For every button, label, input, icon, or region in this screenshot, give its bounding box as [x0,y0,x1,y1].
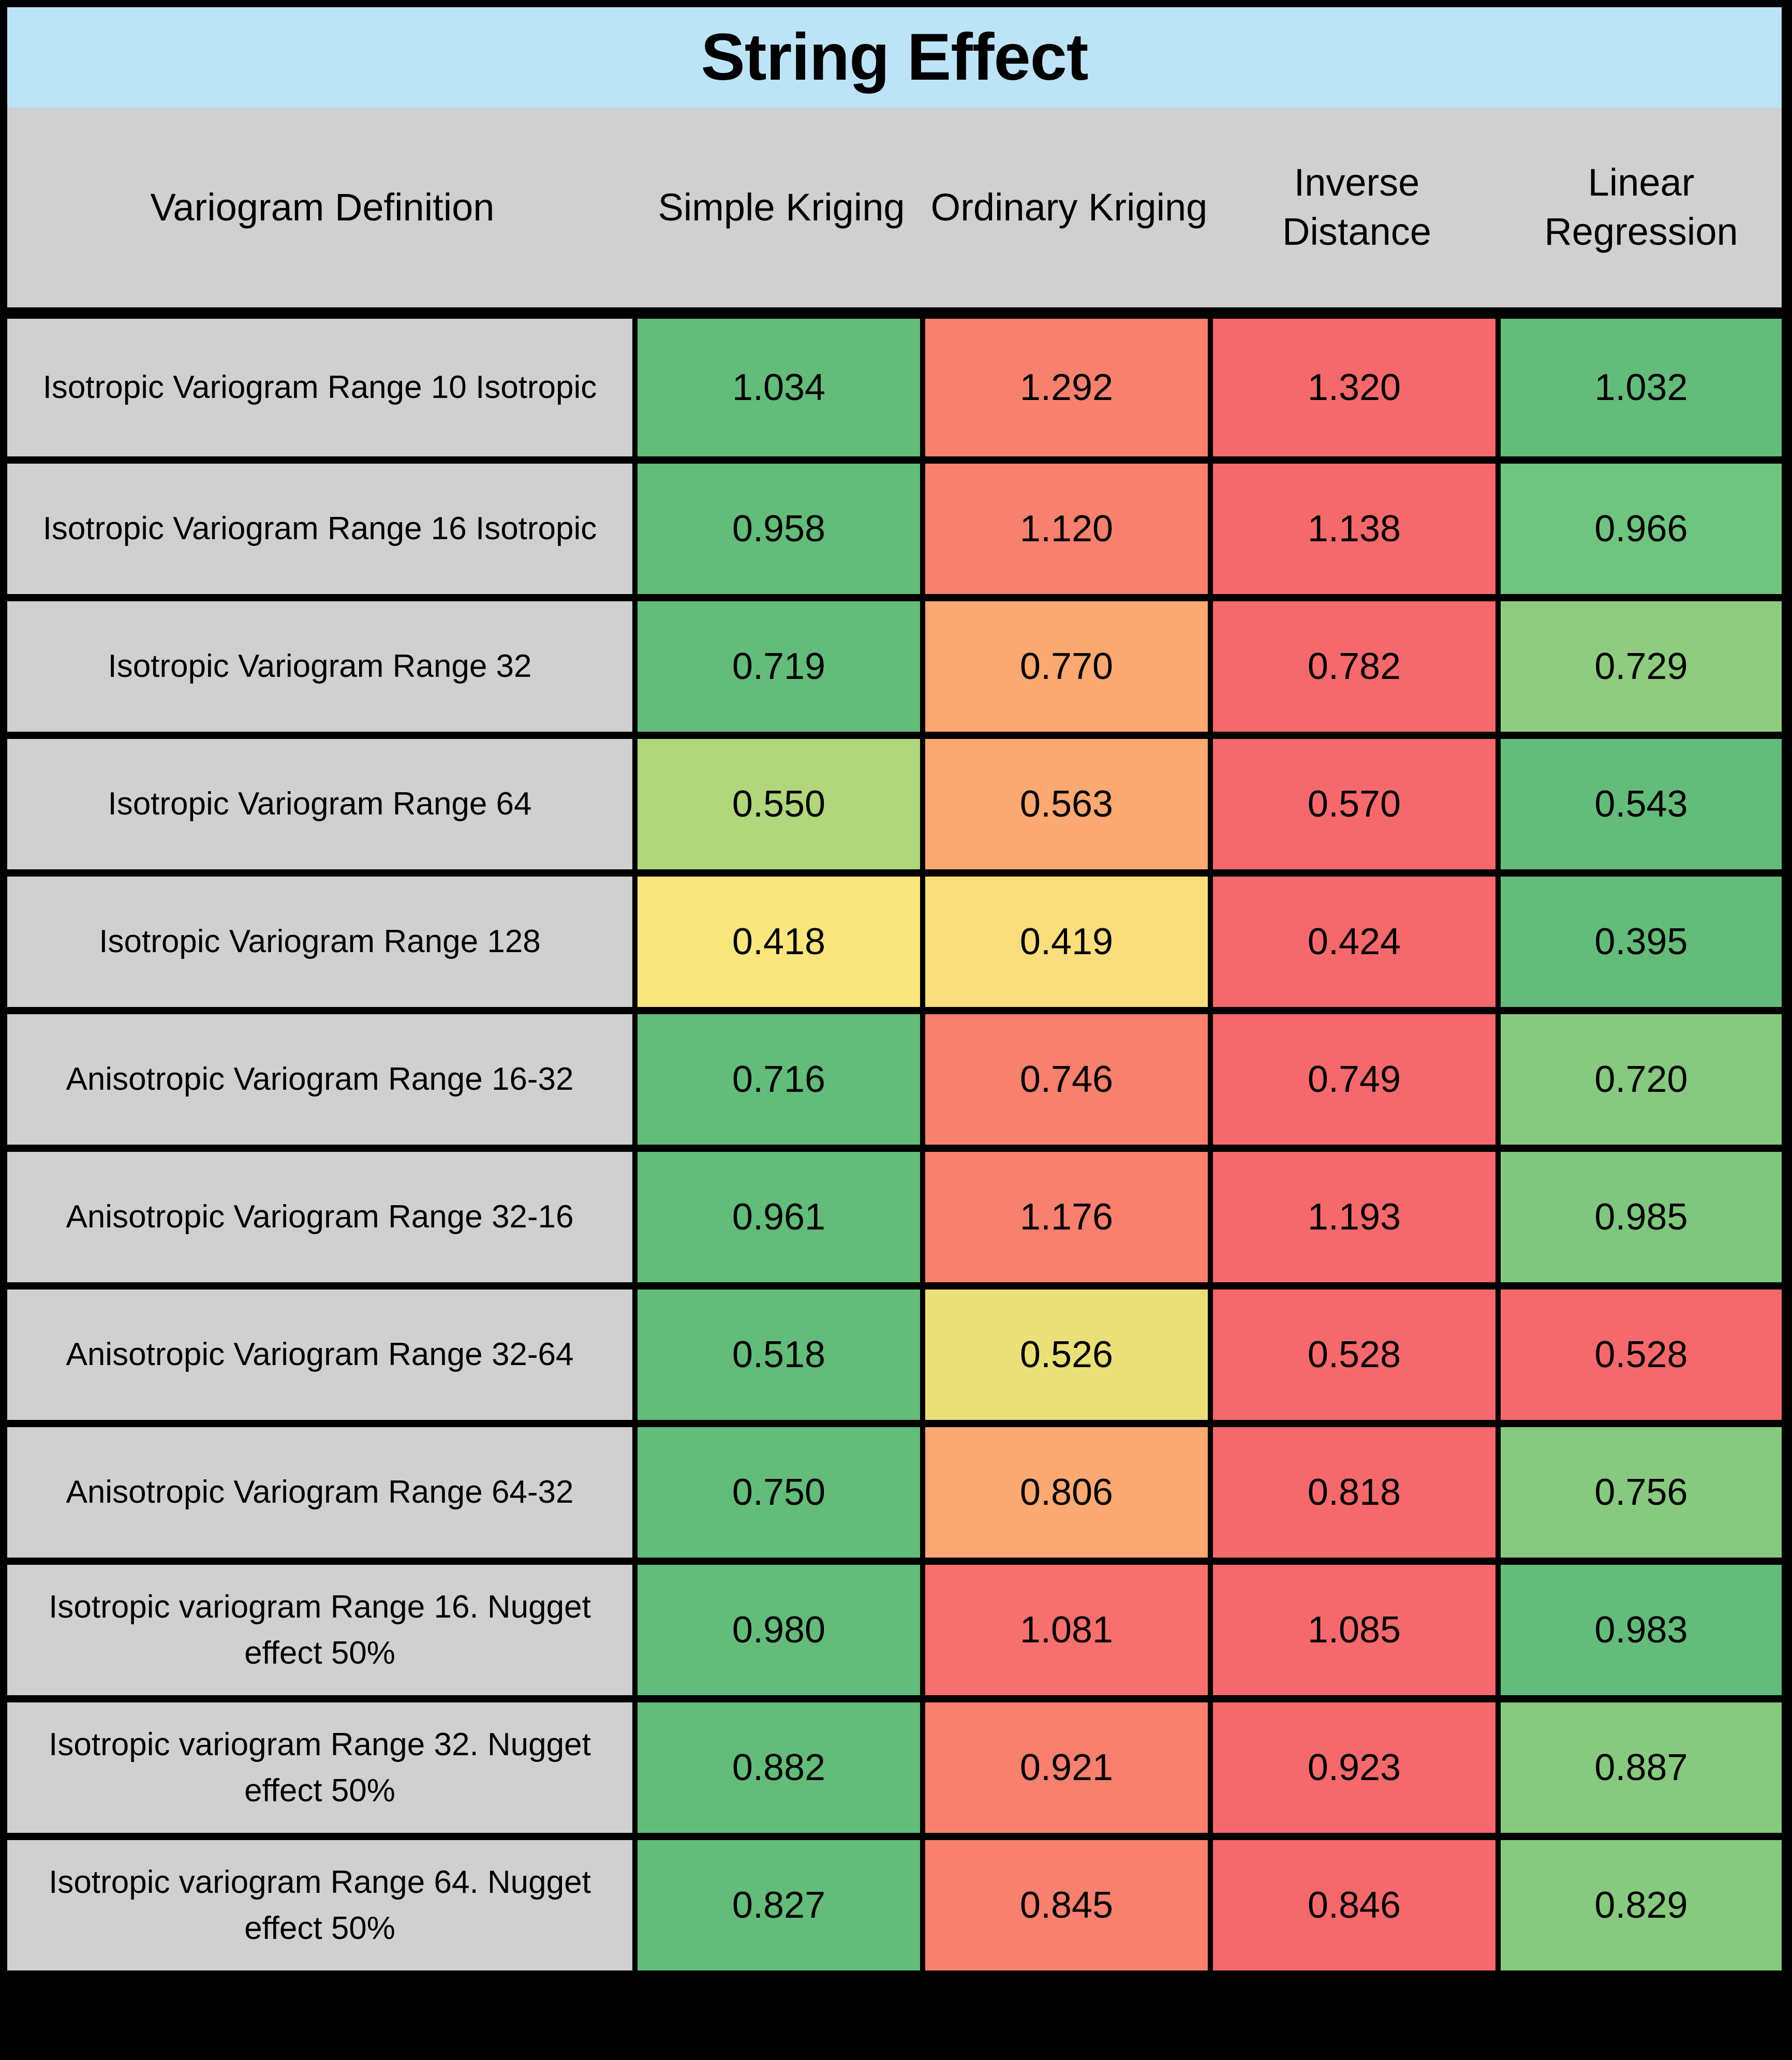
cell-value: 0.882 [638,1702,925,1833]
cell-value: 0.563 [925,739,1213,869]
table-header-row: Variogram Definition Simple Kriging Ordi… [7,108,1782,307]
cell-value: 1.032 [1501,319,1782,456]
table-body: Isotropic Variogram Range 10 Isotropic 1.… [7,319,1782,1970]
cell-value: 0.419 [925,877,1213,1007]
cell-value: 1.085 [1213,1565,1501,1695]
cell-value: 0.746 [925,1014,1213,1145]
cell-value: 1.034 [638,319,925,456]
cell-value: 0.720 [1501,1014,1782,1145]
cell-value: 0.961 [638,1152,925,1282]
cell-value: 1.138 [1213,464,1501,594]
row-label: Isotropic Variogram Range 10 Isotropic [7,319,638,456]
row-label: Isotropic variogram Range 64. Nugget eff… [7,1840,638,1970]
row-label: Isotropic Variogram Range 128 [7,877,638,1007]
cell-value: 0.528 [1501,1290,1782,1420]
cell-value: 0.543 [1501,739,1782,869]
cell-value: 1.176 [925,1152,1213,1282]
cell-value: 1.193 [1213,1152,1501,1282]
table-row: Anisotropic Variogram Range 32-16 0.961 1.… [7,1145,1782,1282]
cell-value: 0.770 [925,601,1213,732]
cell-value: 0.887 [1501,1702,1782,1833]
table-title-band: String Effect [7,7,1782,108]
row-label: Isotropic Variogram Range 64 [7,739,638,869]
cell-value: 0.966 [1501,464,1782,594]
cell-value: 0.782 [1213,601,1501,732]
cell-value: 0.983 [1501,1565,1782,1695]
column-header-variogram-definition: Variogram Definition [150,185,495,229]
table-row: Isotropic Variogram Range 128 0.418 0.419 0… [7,869,1782,1007]
cell-value: 0.958 [638,464,925,594]
cell-value: 0.550 [638,739,925,869]
cell-value: 0.829 [1501,1840,1782,1970]
cell-value: 0.985 [1501,1152,1782,1282]
cell-value: 0.923 [1213,1702,1501,1833]
cell-value: 0.729 [1501,601,1782,732]
cell-value: 0.827 [638,1840,925,1970]
row-label: Anisotropic Variogram Range 32-64 [7,1290,638,1420]
cell-value: 0.750 [638,1427,925,1558]
column-header-linear-regression: Linear Regression [1544,161,1738,253]
cell-value: 0.719 [638,601,925,732]
column-header-simple-kriging: Simple Kriging [658,185,905,229]
cell-value: 0.806 [925,1427,1213,1558]
cell-value: 0.518 [638,1290,925,1420]
row-label: Isotropic Variogram Range 16 Isotropic [7,464,638,594]
cell-value: 1.320 [1213,319,1501,456]
cell-value: 0.395 [1501,877,1782,1007]
table-row: Isotropic variogram Range 64. Nugget eff… [7,1833,1782,1970]
header-separator [7,307,1782,319]
table-row: Isotropic Variogram Range 16 Isotropic 0.… [7,456,1782,594]
table-row: Isotropic variogram Range 32. Nugget eff… [7,1695,1782,1833]
cell-value: 0.921 [925,1702,1213,1833]
cell-value: 1.081 [925,1565,1213,1695]
string-effect-table: String Effect Variogram Definition Simpl… [0,0,1792,2060]
cell-value: 0.980 [638,1565,925,1695]
cell-value: 1.292 [925,319,1213,456]
cell-value: 0.424 [1213,877,1501,1007]
cell-value: 0.845 [925,1840,1213,1970]
cell-value: 0.749 [1213,1014,1501,1145]
table-row: Isotropic Variogram Range 10 Isotropic 1.… [7,319,1782,456]
cell-value: 1.120 [925,464,1213,594]
table-row: Isotropic Variogram Range 32 0.719 0.770 0.… [7,594,1782,732]
row-label: Anisotropic Variogram Range 16-32 [7,1014,638,1145]
page-title: String Effect [701,20,1089,94]
cell-value: 0.846 [1213,1840,1501,1970]
table-row: Isotropic Variogram Range 64 0.550 0.563 0.… [7,732,1782,869]
cell-value: 0.756 [1501,1427,1782,1558]
table-row: Anisotropic Variogram Range 32-64 0.518 0.… [7,1282,1782,1420]
cell-value: 0.716 [638,1014,925,1145]
cell-value: 0.526 [925,1290,1213,1420]
cell-value: 0.528 [1213,1290,1501,1420]
table-row: Isotropic variogram Range 16. Nugget eff… [7,1558,1782,1695]
row-label: Isotropic Variogram Range 32 [7,601,638,732]
row-label: Isotropic variogram Range 32. Nugget eff… [7,1702,638,1833]
cell-value: 0.570 [1213,739,1501,869]
column-header-inverse-distance: Inverse Distance [1282,161,1431,253]
row-label: Anisotropic Variogram Range 32-16 [7,1152,638,1282]
row-label: Anisotropic Variogram Range 64-32 [7,1427,638,1558]
table-row: Anisotropic Variogram Range 64-32 0.750 0.… [7,1420,1782,1558]
column-header-ordinary-kriging: Ordinary Kriging [930,185,1208,229]
cell-value: 0.818 [1213,1427,1501,1558]
table-row: Anisotropic Variogram Range 16-32 0.716 0.… [7,1007,1782,1145]
cell-value: 0.418 [638,877,925,1007]
row-label: Isotropic variogram Range 16. Nugget eff… [7,1565,638,1695]
